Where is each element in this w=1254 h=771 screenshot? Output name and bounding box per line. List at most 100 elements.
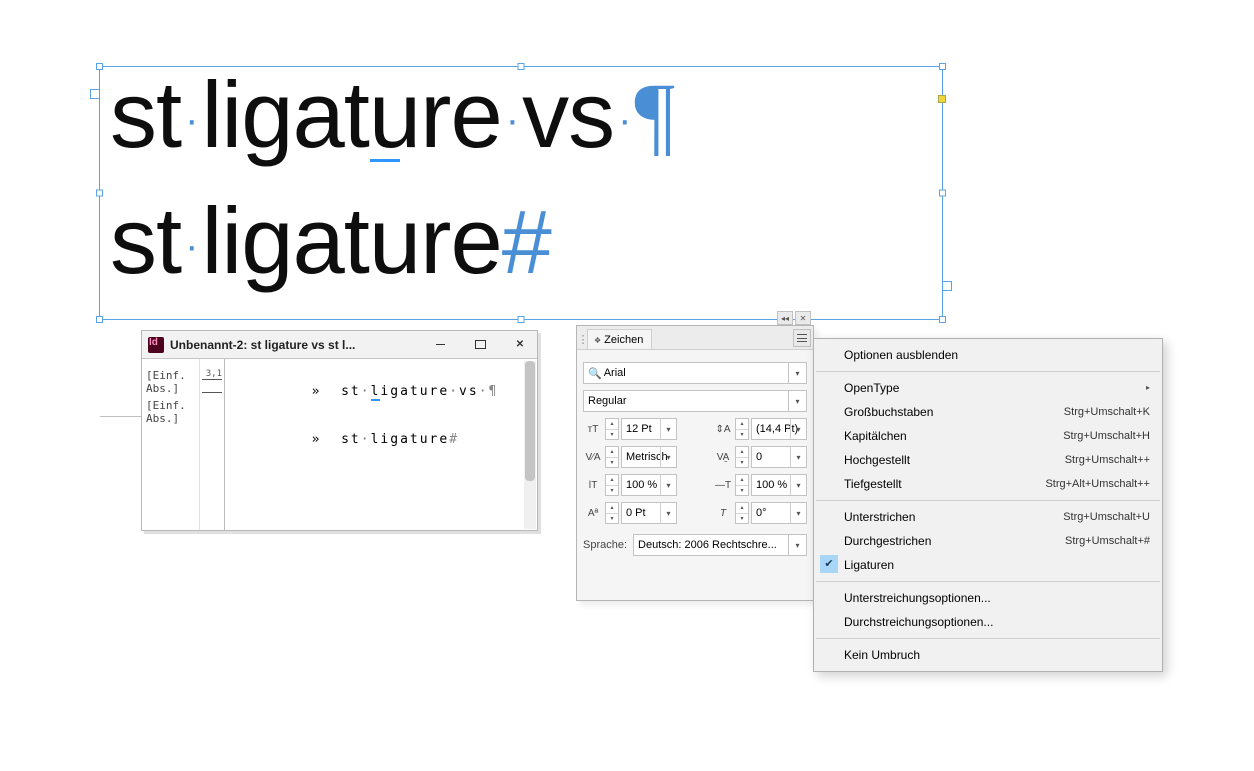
dropdown-caret-icon[interactable]: ▾ (660, 475, 676, 495)
menu-separator (816, 581, 1160, 582)
story-editor-titlebar[interactable]: Unbenannt-2: st ligature vs st l... (142, 331, 537, 359)
canvas-text-line-2[interactable]: st·ligature# (110, 187, 551, 295)
canvas-word-vs: vs (522, 62, 614, 167)
menu-shortcut: Strg+Umschalt+U (1063, 509, 1150, 525)
menu-smallcaps[interactable]: Kapitälchen Strg+Umschalt+H (814, 424, 1162, 448)
menu-uppercase[interactable]: Großbuchstaben Strg+Umschalt+K (814, 400, 1162, 424)
menu-underline[interactable]: Unterstrichen Strg+Umschalt+U (814, 505, 1162, 529)
font-family-combo[interactable]: 🔍 Arial ▾ (583, 362, 807, 384)
canvas-text-line-1[interactable]: st·ligature·vs·¶ (110, 61, 674, 169)
menu-separator (816, 500, 1160, 501)
menu-subscript[interactable]: Tiefgestellt Strg+Alt+Umschalt++ (814, 472, 1162, 496)
dropdown-caret-icon[interactable]: ▾ (790, 503, 806, 523)
frame-live-corner-icon[interactable] (938, 95, 946, 103)
dropdown-caret-icon[interactable]: ▾ (790, 475, 806, 495)
dropdown-caret-icon[interactable]: ▾ (790, 447, 806, 467)
canvas-word-st-ligature: st (110, 188, 181, 293)
selection-handle-ml[interactable] (96, 190, 103, 197)
menu-strikethrough[interactable]: Durchgestrichen Strg+Umschalt+# (814, 529, 1162, 553)
selection-handle-br[interactable] (939, 316, 946, 323)
font-family-value: Arial (604, 367, 802, 379)
dropdown-caret-icon[interactable]: ▾ (788, 363, 806, 383)
menu-shortcut: Strg+Umschalt+# (1065, 533, 1150, 549)
menu-no-break[interactable]: Kein Umbruch (814, 643, 1162, 667)
menu-strikethrough-options[interactable]: Durchstreichungsoptionen... (814, 610, 1162, 634)
baseline-shift-field[interactable]: 0 Pt ▾ (621, 502, 677, 524)
menu-shortcut: Strg+Alt+Umschalt++ (1045, 476, 1150, 492)
menu-opentype[interactable]: OpenType ▸ (814, 376, 1162, 400)
panel-grip-icon[interactable]: ⋮ (579, 329, 587, 349)
panel-close-button[interactable]: ✕ (795, 311, 811, 325)
language-label: Sprache: (583, 539, 627, 551)
canvas-word-ligature: ligature (201, 62, 501, 167)
hidden-space-dot-icon: · (181, 224, 201, 268)
tab-expand-icon: ❖ (594, 336, 601, 345)
dropdown-caret-icon[interactable]: ▾ (660, 447, 676, 467)
panel-collapse-button[interactable]: ◂◂ (777, 311, 793, 325)
tracking-field[interactable]: 0 ▾ (751, 446, 807, 468)
end-of-story-icon: # (502, 193, 551, 293)
selection-handle-bm[interactable] (518, 316, 525, 323)
vertical-scale-value: 100 % (626, 479, 657, 491)
font-size-spinner[interactable]: ▴▾ (605, 418, 619, 440)
menu-ligatures[interactable]: ✔ Ligaturen (814, 553, 1162, 577)
language-combo[interactable]: Deutsch: 2006 Rechtschre... ▾ (633, 534, 807, 556)
tracking-spinner[interactable]: ▴▾ (735, 446, 749, 468)
menu-separator (816, 371, 1160, 372)
story-editor-window[interactable]: Unbenannt-2: st ligature vs st l... [Ein… (141, 330, 538, 531)
vertical-scale-icon: ǀT (583, 475, 603, 495)
selection-handle-tr[interactable] (939, 63, 946, 70)
window-maximize-button[interactable] (463, 331, 497, 358)
horizontal-scale-spinner[interactable]: ▴▾ (735, 474, 749, 496)
kerning-field[interactable]: Metrisch ▾ (621, 446, 677, 468)
horizontal-scale-value: 100 % (756, 479, 787, 491)
story-editor-depth-ruler: 3,1 (200, 359, 225, 530)
text-frame-out-port[interactable] (942, 281, 952, 291)
character-panel-tab[interactable]: ❖ Zeichen (587, 329, 652, 349)
baseline-shift-spinner[interactable]: ▴▾ (605, 502, 619, 524)
kerning-spinner[interactable]: ▴▾ (605, 446, 619, 468)
selection-handle-tl[interactable] (96, 63, 103, 70)
baseline-shift-value: 0 Pt (626, 507, 646, 519)
selection-handle-bl[interactable] (96, 316, 103, 323)
pilcrow-icon: ¶ (634, 66, 674, 165)
selection-handle-mr[interactable] (939, 190, 946, 197)
dropdown-caret-icon[interactable]: ▾ (660, 419, 676, 439)
character-panel-flyout-menu[interactable]: Optionen ausblenden OpenType ▸ Großbuchs… (813, 338, 1163, 672)
text-frame[interactable]: st·ligature·vs·¶ st·ligature# (99, 66, 943, 320)
story-editor-text[interactable]: » st·ligature·vs·¶ » st·ligature# (225, 359, 537, 530)
end-of-story-icon: # (449, 432, 459, 447)
story-row-marker-icon: » (312, 384, 341, 399)
menu-underline-options[interactable]: Unterstreichungsoptionen... (814, 586, 1162, 610)
window-minimize-button[interactable] (423, 331, 457, 358)
font-style-combo[interactable]: Regular ▾ (583, 390, 807, 412)
dropdown-caret-icon[interactable]: ▾ (788, 535, 806, 555)
menu-hide-options[interactable]: Optionen ausblenden (814, 343, 1162, 367)
dropdown-caret-icon[interactable]: ▾ (660, 503, 676, 523)
leading-field[interactable]: (14,4 Pt) ▾ (751, 418, 807, 440)
menu-separator (816, 638, 1160, 639)
character-panel[interactable]: ◂◂ ✕ ⋮ ❖ Zeichen 🔍 Arial ▾ Regular ▾ (576, 325, 814, 601)
vertical-scale-spinner[interactable]: ▴▾ (605, 474, 619, 496)
kerning-icon: V⁄A (583, 447, 603, 467)
vertical-scale-field[interactable]: 100 % ▾ (621, 474, 677, 496)
horizontal-scale-field[interactable]: 100 % ▾ (751, 474, 807, 496)
leading-icon: ⇕A (713, 419, 733, 439)
panel-menu-button[interactable] (793, 329, 811, 347)
dropdown-caret-icon[interactable]: ▾ (788, 391, 806, 411)
text-frame-in-port[interactable] (90, 89, 100, 99)
skew-spinner[interactable]: ▴▾ (735, 502, 749, 524)
baseline-shift-icon: Aª (583, 503, 603, 523)
font-size-icon: ᴛT (583, 419, 603, 439)
search-icon: 🔍 (588, 367, 602, 380)
menu-superscript[interactable]: Hochgestellt Strg+Umschalt++ (814, 448, 1162, 472)
dropdown-caret-icon[interactable]: ▾ (790, 419, 806, 439)
tracking-value: 0 (756, 451, 762, 463)
scrollbar-thumb[interactable] (525, 361, 535, 481)
skew-icon: T (713, 503, 733, 523)
leading-spinner[interactable]: ▴▾ (735, 418, 749, 440)
window-close-button[interactable] (503, 331, 537, 358)
font-size-field[interactable]: 12 Pt ▾ (621, 418, 677, 440)
story-editor-scrollbar[interactable] (524, 361, 536, 529)
skew-field[interactable]: 0° ▾ (751, 502, 807, 524)
